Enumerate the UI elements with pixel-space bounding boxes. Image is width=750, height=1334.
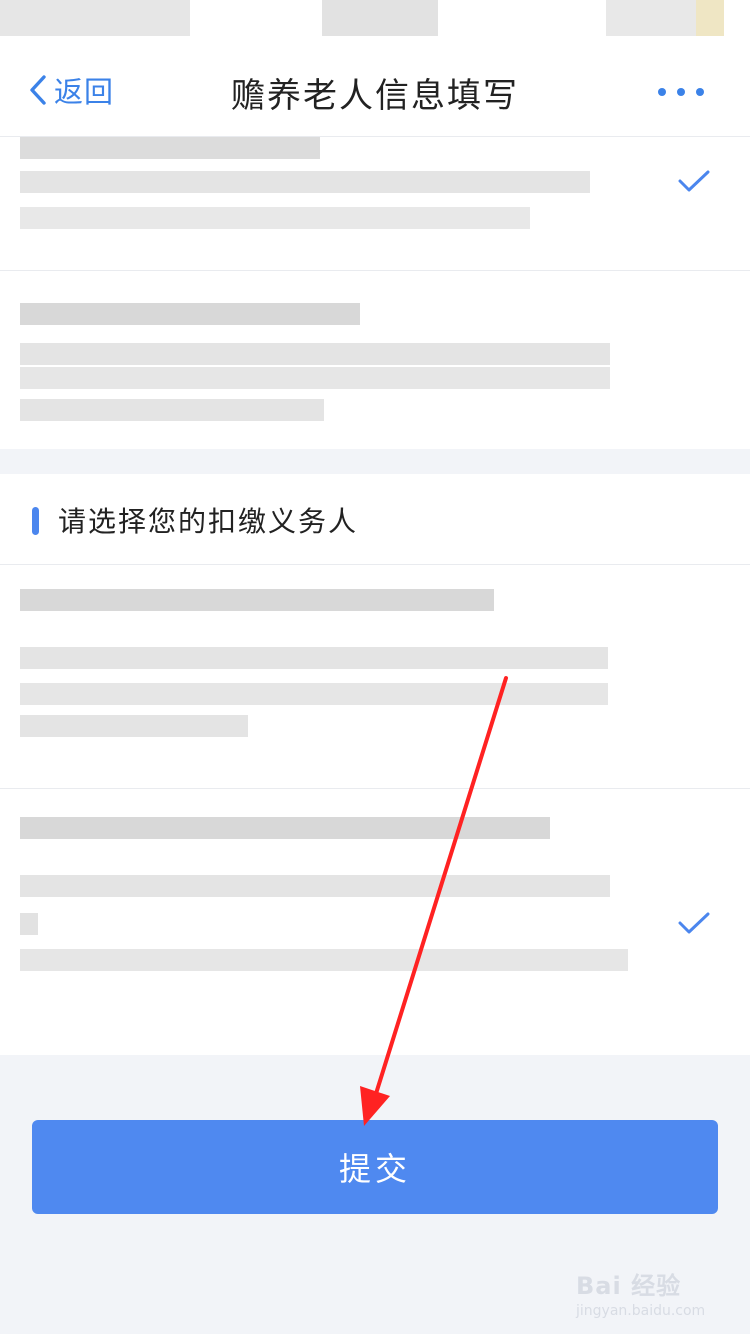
blurred-text bbox=[20, 367, 610, 389]
section-title: 请选择您的扣缴义务人 bbox=[58, 505, 359, 538]
watermark-logo-icon: Bai 经验 jingyan.baidu.com bbox=[576, 1266, 726, 1326]
withholding-agent-option[interactable] bbox=[0, 565, 750, 788]
more-dot-icon bbox=[658, 88, 666, 96]
status-bar bbox=[0, 0, 750, 40]
dependent-option[interactable] bbox=[0, 271, 750, 449]
more-button[interactable] bbox=[658, 84, 704, 100]
blurred-text bbox=[20, 343, 610, 365]
blurred-text bbox=[20, 303, 360, 325]
withholding-agent-card bbox=[0, 565, 750, 1055]
blurred-text bbox=[20, 949, 628, 971]
blurred-text bbox=[20, 589, 494, 611]
section-header: 请选择您的扣缴义务人 bbox=[0, 474, 750, 565]
check-icon bbox=[678, 912, 710, 934]
status-bar-blur bbox=[0, 0, 190, 36]
blurred-text bbox=[20, 875, 610, 897]
page-title: 赡养老人信息填写 bbox=[231, 76, 519, 116]
section-accent-bar bbox=[32, 507, 39, 535]
blurred-text bbox=[20, 647, 608, 669]
more-dot-icon bbox=[677, 88, 685, 96]
dependent-option[interactable] bbox=[0, 137, 750, 270]
watermark-logo: Bai 经验 bbox=[576, 1272, 682, 1300]
more-dot-icon bbox=[696, 88, 704, 96]
nav-bar: 返回 赡养老人信息填写 bbox=[0, 40, 750, 137]
check-icon bbox=[678, 170, 710, 192]
submit-button[interactable]: 提交 bbox=[32, 1120, 718, 1214]
watermark-url: jingyan.baidu.com bbox=[576, 1303, 706, 1319]
blurred-text bbox=[20, 683, 608, 705]
status-bar-blur bbox=[322, 0, 438, 36]
dependents-card bbox=[0, 137, 750, 449]
status-bar-blur bbox=[696, 0, 724, 36]
blurred-text bbox=[20, 171, 590, 193]
blurred-text bbox=[20, 399, 324, 421]
blurred-text bbox=[20, 207, 530, 229]
blurred-text bbox=[20, 817, 550, 839]
withholding-agent-option[interactable] bbox=[0, 789, 750, 1055]
blurred-text bbox=[20, 137, 320, 159]
status-bar-blur bbox=[606, 0, 696, 36]
blurred-text bbox=[20, 715, 248, 737]
blurred-text bbox=[20, 913, 38, 935]
